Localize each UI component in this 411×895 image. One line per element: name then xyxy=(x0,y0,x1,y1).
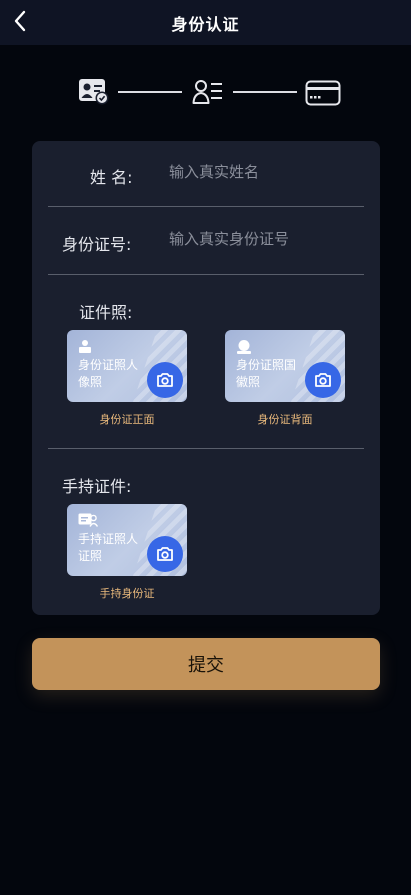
id-front-caption: 身份证正面 xyxy=(99,413,155,426)
top-bar: 身份认证 xyxy=(0,0,411,45)
divider xyxy=(48,206,364,207)
verification-card: 姓 名: 身份证号: 证件照: 身份证照人像照 身份证正面 身份证照国徽照 xyxy=(32,141,380,615)
page-title: 身份认证 xyxy=(171,14,240,34)
divider xyxy=(48,448,364,449)
camera-icon xyxy=(157,547,173,561)
handheld-caption: 手持身份证 xyxy=(99,587,155,600)
divider xyxy=(48,274,364,275)
id-number-label: 身份证号: xyxy=(62,235,132,254)
name-label: 姓 名: xyxy=(90,168,133,187)
bank-card-icon xyxy=(305,80,341,106)
camera-icon xyxy=(157,373,173,387)
upload-hint: 手持证照人证照 xyxy=(78,532,139,563)
chevron-left-icon xyxy=(14,10,26,32)
camera-button[interactable] xyxy=(147,536,183,572)
person-icon xyxy=(79,340,91,353)
id-back-upload[interactable]: 身份证照国徽照 xyxy=(225,330,345,402)
handheld-upload[interactable]: 手持证照人证照 xyxy=(67,504,187,576)
upload-hint: 身份证照人像照 xyxy=(78,358,139,389)
step-connector-1 xyxy=(118,91,182,93)
back-button[interactable] xyxy=(8,8,32,34)
handheld-label: 手持证件: xyxy=(62,477,132,496)
name-input[interactable] xyxy=(169,163,349,181)
handheld-id-icon xyxy=(78,513,98,527)
person-info-icon xyxy=(192,80,222,104)
id-number-input[interactable] xyxy=(169,230,349,248)
upload-hint: 身份证照国徽照 xyxy=(236,358,297,389)
submit-button[interactable]: 提交 xyxy=(32,638,380,690)
step-connector-2 xyxy=(233,91,297,93)
emblem-icon xyxy=(237,340,251,354)
id-front-upload[interactable]: 身份证照人像照 xyxy=(67,330,187,402)
camera-icon xyxy=(315,373,331,387)
camera-button[interactable] xyxy=(147,362,183,398)
id-photo-label: 证件照: xyxy=(79,303,133,322)
id-card-verified-icon xyxy=(79,79,109,105)
id-back-caption: 身份证背面 xyxy=(257,413,313,426)
camera-button[interactable] xyxy=(305,362,341,398)
